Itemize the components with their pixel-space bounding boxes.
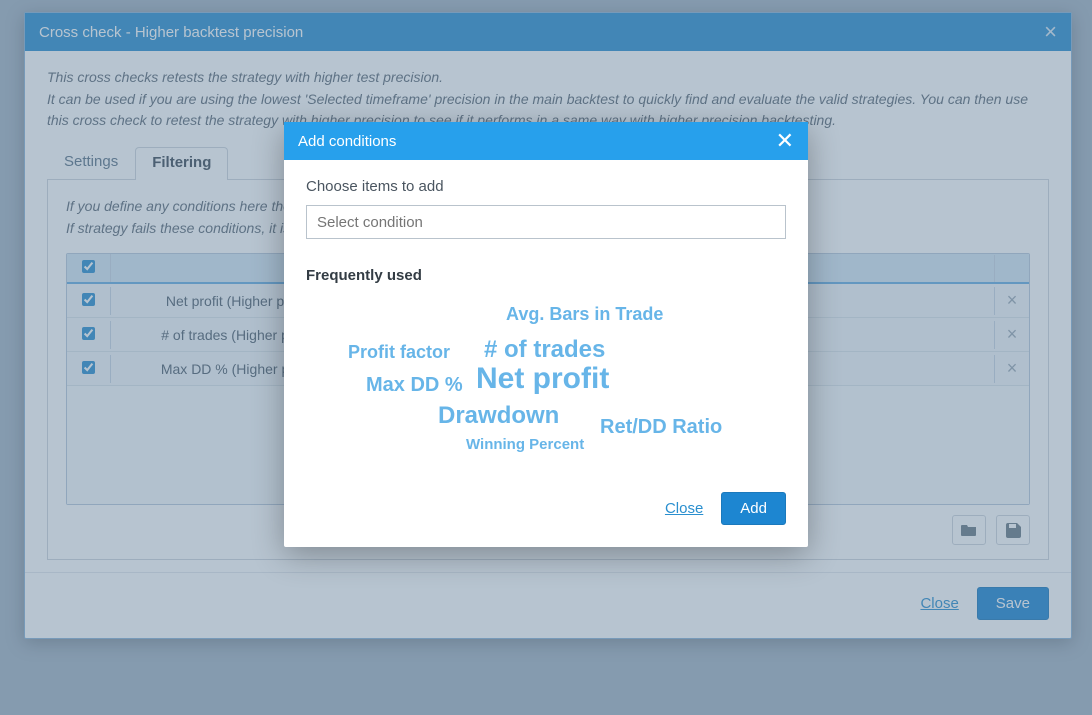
cloud-n-trades[interactable]: # of trades <box>484 336 605 364</box>
cloud-retdd[interactable]: Ret/DD Ratio <box>600 416 722 439</box>
cloud-drawdown[interactable]: Drawdown <box>438 402 559 430</box>
modal-add-conditions: Add conditions ✕ Choose items to add Fre… <box>284 122 808 547</box>
close-icon[interactable]: ✕ <box>776 130 794 152</box>
choose-items-label: Choose items to add <box>306 178 786 195</box>
select-condition-input[interactable] <box>306 205 786 239</box>
cloud-profit-factor[interactable]: Profit factor <box>348 342 450 363</box>
cloud-avg-bars[interactable]: Avg. Bars in Trade <box>506 304 663 325</box>
cloud-net-profit[interactable]: Net profit <box>476 362 609 396</box>
add-button[interactable]: Add <box>721 492 786 525</box>
cloud-max-dd[interactable]: Max DD % <box>366 374 463 397</box>
modal-add-conditions-title: Add conditions <box>298 133 396 150</box>
cloud-winning-percent[interactable]: Winning Percent <box>466 436 584 453</box>
close-link[interactable]: Close <box>665 500 703 517</box>
frequently-used-cloud: Avg. Bars in Trade Profit factor # of tr… <box>306 288 786 478</box>
modal-add-conditions-header: Add conditions ✕ <box>284 122 808 160</box>
frequently-used-title: Frequently used <box>306 267 786 284</box>
